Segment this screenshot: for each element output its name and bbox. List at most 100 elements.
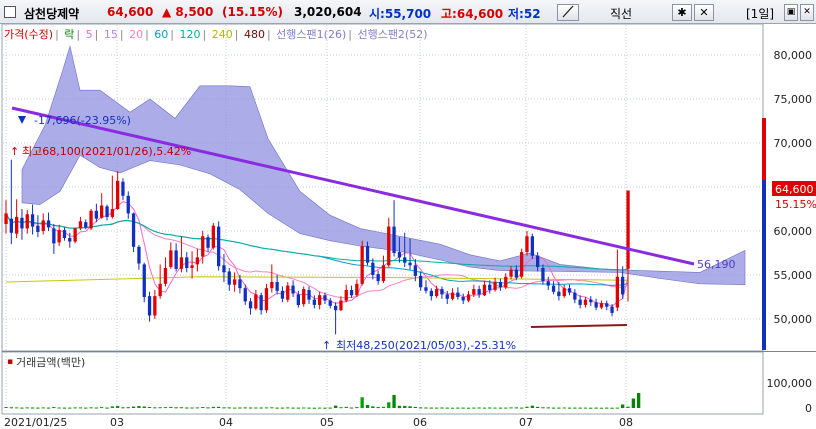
candle-body	[450, 292, 455, 299]
high-annotation: 최고68,100(2021/01/26),5.42%	[22, 145, 191, 158]
candle-body	[594, 302, 598, 308]
candle-body	[211, 225, 215, 248]
volume-bar	[477, 407, 481, 409]
candle-body	[408, 262, 412, 266]
volume-bar	[153, 407, 157, 409]
volume-bar	[4, 407, 8, 408]
volume-bar	[254, 407, 258, 409]
candle-body	[392, 226, 396, 253]
volume-bar	[286, 407, 290, 409]
volume-bar	[222, 407, 226, 409]
candle-body	[185, 257, 189, 268]
volume-bar	[509, 407, 513, 409]
volume-bar	[264, 407, 269, 409]
volume-bar	[472, 407, 476, 409]
low-arrow-icon: ↑	[322, 339, 331, 352]
candle-body	[89, 210, 93, 229]
candle-body	[530, 236, 534, 256]
candle-body	[456, 292, 460, 297]
volume-bars	[4, 393, 641, 409]
volume-bar	[536, 406, 540, 408]
volume-panel-frame	[1, 351, 764, 415]
volume-bar	[206, 407, 210, 409]
volume-bar	[419, 407, 423, 409]
volume-bar	[57, 407, 61, 409]
volume-axis: 100,000 0	[767, 377, 813, 415]
candle-body	[131, 213, 136, 247]
volume-bar	[73, 407, 77, 409]
candle-body	[264, 288, 269, 311]
volume-bar	[397, 405, 402, 409]
candle-body	[562, 288, 566, 297]
date-tick-label: 07	[519, 416, 533, 429]
volume-bar	[355, 407, 359, 409]
current-price-tag-text: 64,600	[775, 183, 814, 196]
candle-body	[302, 289, 306, 305]
candle-body	[275, 282, 279, 291]
volume-bar	[105, 407, 109, 409]
volume-bar	[488, 407, 492, 409]
ichimoku-cloud	[21, 45, 746, 286]
volume-bar	[302, 407, 306, 409]
volume-bar	[248, 407, 253, 409]
candle-body	[445, 294, 449, 299]
volume-bar	[280, 407, 285, 409]
high-arrow-icon: ↑	[10, 145, 19, 158]
volume-bar	[318, 407, 322, 409]
candle-body	[126, 195, 130, 214]
volume-bar	[551, 407, 556, 409]
candle-body	[9, 218, 13, 233]
volume-bar	[403, 405, 407, 408]
volume-bar	[339, 407, 343, 409]
candle-body	[307, 290, 311, 300]
volume-bar	[15, 407, 19, 409]
volume-bar	[41, 407, 45, 409]
volume-bar	[169, 406, 173, 408]
volume-bar	[541, 407, 545, 409]
volume-bar	[36, 407, 40, 409]
volume-bar	[233, 407, 237, 409]
volume-bar	[610, 407, 614, 409]
candle-body	[349, 290, 354, 296]
volume-bar	[578, 407, 582, 409]
volume-bar	[142, 406, 146, 408]
grid-lines	[3, 25, 762, 413]
volume-bar	[62, 407, 67, 409]
candle-body	[424, 287, 428, 291]
candle-body	[509, 269, 513, 277]
candle-body	[599, 303, 604, 308]
volume-bar	[137, 406, 141, 408]
volume-panel-icon: ▪	[7, 357, 13, 367]
volume-bar	[84, 407, 88, 409]
candle-body	[291, 285, 295, 294]
volume-bar	[557, 407, 561, 409]
candle-body	[41, 220, 45, 231]
volume-bar	[312, 407, 316, 409]
candle-body	[147, 296, 152, 316]
candle-body	[376, 274, 380, 282]
volume-bar	[387, 402, 391, 409]
candle-body	[466, 294, 471, 301]
volume-bar	[110, 406, 114, 408]
candle-body	[163, 268, 168, 284]
volume-bar	[637, 393, 641, 408]
volume-bar	[424, 407, 428, 409]
volume-bar	[567, 407, 572, 409]
volume-bar	[360, 397, 364, 409]
volume-bar	[78, 407, 83, 409]
volume-bar	[25, 407, 29, 409]
volume-bar	[392, 395, 396, 408]
candle-body	[190, 265, 194, 268]
stock-chart[interactable]: -17,696(-23.95%) ↑ 최고68,100(2021/01/26),…	[0, 0, 816, 429]
volume-bar	[605, 407, 609, 409]
candle-body	[259, 295, 263, 311]
candle-body	[557, 291, 561, 297]
volume-tick-label: 100,000	[767, 377, 813, 390]
candle-body	[105, 206, 109, 217]
candle-body	[286, 285, 290, 300]
date-tick-label: 06	[413, 416, 427, 429]
volume-bar	[615, 407, 619, 409]
volume-bar	[131, 406, 136, 408]
candle-body	[270, 282, 274, 289]
volume-bar	[466, 407, 471, 409]
